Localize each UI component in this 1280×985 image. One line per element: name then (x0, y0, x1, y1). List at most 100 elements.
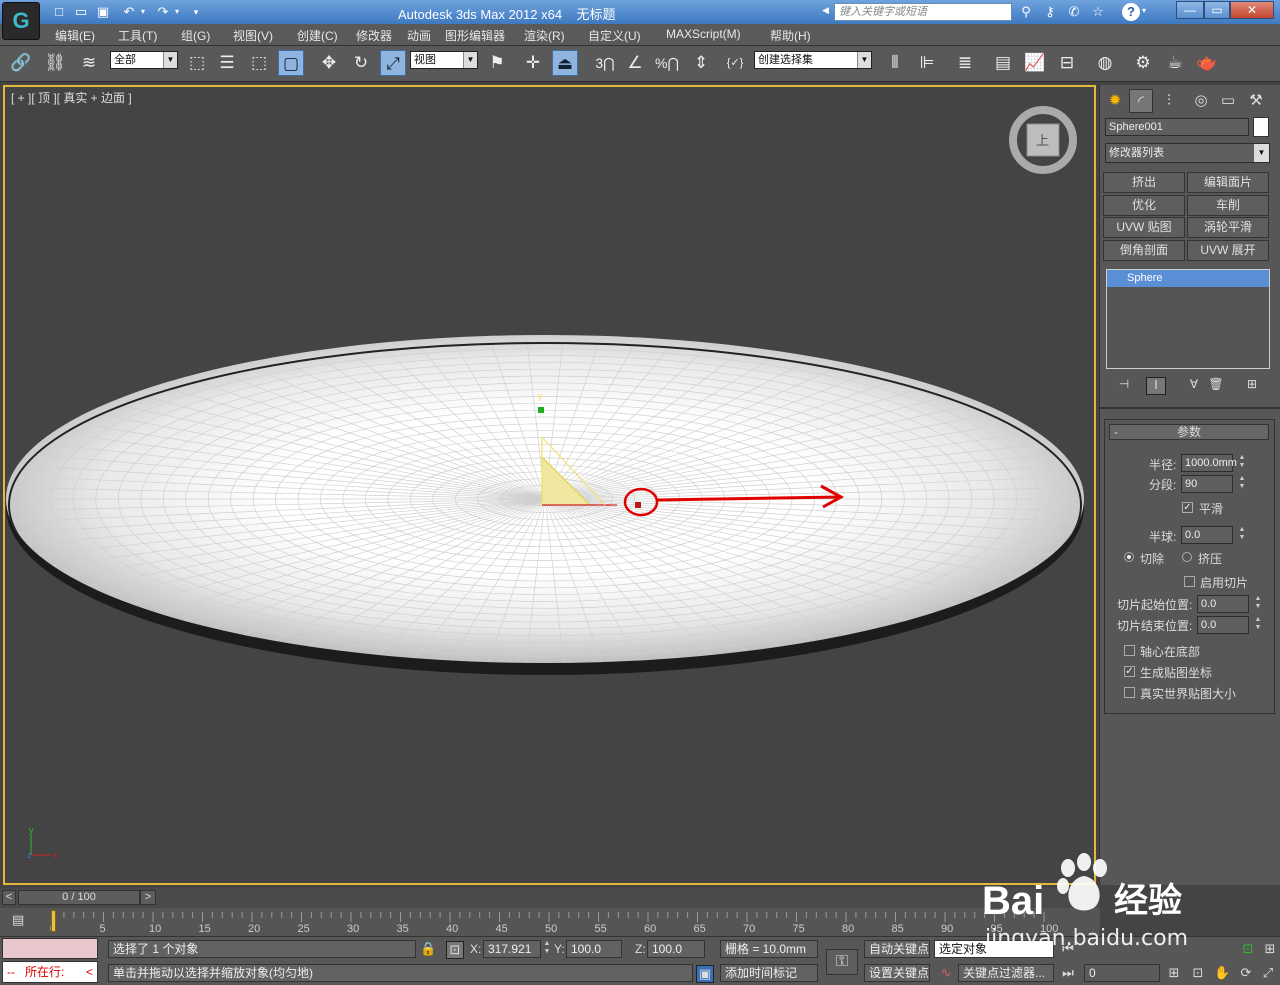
edit-named-selection-icon[interactable]: {✓} (722, 50, 748, 76)
real-world-map-size-checkbox[interactable] (1124, 687, 1135, 698)
binoculars-icon[interactable]: ⚲ (1016, 3, 1036, 21)
percent-snap-icon[interactable]: %⋂ (654, 50, 680, 76)
smooth-checkbox[interactable]: ✓ (1182, 502, 1193, 513)
modifier-turbosmooth-button[interactable]: 涡轮平滑 (1187, 217, 1269, 238)
redo-icon[interactable]: ↷ (154, 3, 172, 21)
parameters-rollout-header[interactable]: - 参数 (1109, 424, 1269, 440)
viewport-canvas[interactable]: y 上 y x z (5, 87, 1098, 887)
reference-coordinate-dropdown[interactable]: 视图 ▼ (410, 51, 478, 69)
make-unique-icon[interactable]: ∀ (1184, 377, 1204, 395)
key-mode-toggle-icon[interactable]: ⏭ (1058, 965, 1078, 981)
object-name-field[interactable]: Sphere001 (1105, 118, 1249, 136)
slice-to-input[interactable]: 0.0 (1197, 616, 1249, 634)
radius-spinner[interactable]: ▲ ▼ (1236, 454, 1248, 472)
z-coordinate-input[interactable]: 100.0 (647, 940, 705, 958)
time-slider-key[interactable] (51, 910, 56, 932)
spinner-snap-icon[interactable]: ⇕ (688, 50, 714, 76)
named-selection-dropdown[interactable]: 创建选择集 ▼ (754, 51, 872, 69)
modifier-list-dropdown[interactable]: 修改器列表 ▼ (1105, 143, 1270, 163)
snaps-toggle-icon[interactable]: 3⋂ (592, 50, 618, 76)
modifier-uvw-map-button[interactable]: UVW 贴图 (1103, 217, 1185, 238)
render-production-icon[interactable]: 🫖 (1194, 50, 1220, 76)
close-button[interactable]: ✕ (1230, 1, 1274, 19)
modifier-edit-patch-button[interactable]: 编辑面片 (1187, 172, 1269, 193)
select-and-rotate-icon[interactable]: ↻ (348, 50, 374, 76)
configure-modifier-sets-icon[interactable]: ⊞ (1242, 377, 1262, 395)
save-file-icon[interactable]: ▣ (94, 3, 112, 21)
track-bar[interactable]: ▤ 05101520253035404550556065707580859095… (0, 908, 1100, 936)
utilities-tab-icon[interactable]: ⚒ (1244, 89, 1268, 113)
segments-spinner[interactable]: ▲ ▼ (1236, 475, 1248, 493)
viewcube[interactable]: 上 (1009, 106, 1077, 174)
menu-modifiers[interactable]: 修改器 (356, 27, 392, 44)
absolute-mode-icon[interactable]: ⊡ (446, 941, 464, 959)
rectangular-selection-icon[interactable]: ⬚ (246, 50, 272, 76)
mirror-icon[interactable]: ⫴ (882, 50, 908, 76)
select-by-name-icon[interactable]: ☰ (214, 50, 240, 76)
layer-manager-icon[interactable]: ≣ (952, 50, 978, 76)
app-logo-icon[interactable]: G (2, 2, 40, 40)
modifier-lathe-button[interactable]: 车削 (1187, 195, 1269, 216)
window-crossing-icon[interactable]: ▢ (278, 50, 304, 76)
time-slider-prev-button[interactable]: < (2, 890, 16, 905)
key-filters-button[interactable]: 关键点过滤器... (958, 964, 1054, 982)
search-expand-icon[interactable]: ◀ (822, 5, 829, 16)
menu-views[interactable]: 视图(V) (233, 27, 273, 44)
chop-radio[interactable] (1124, 552, 1134, 562)
select-and-scale-icon[interactable]: ⤢ (380, 50, 406, 76)
menu-help[interactable]: 帮助(H) (770, 27, 811, 44)
stack-item-sphere[interactable]: Sphere (1107, 270, 1269, 287)
create-tab-icon[interactable]: ✹ (1103, 89, 1127, 113)
curve-editor-icon[interactable]: 📈 (1022, 50, 1048, 76)
zoom-all-icon[interactable]: ⊞ (1262, 941, 1278, 957)
menu-rendering[interactable]: 渲染(R) (524, 27, 565, 44)
location-field[interactable]: -- 所在行: < (2, 961, 98, 983)
modifier-bevel-profile-button[interactable]: 倒角剖面 (1103, 240, 1185, 261)
time-slider[interactable]: 0 / 100 (18, 890, 140, 905)
select-object-icon[interactable]: ⬚ (184, 50, 210, 76)
slice-from-spinner[interactable]: ▲ ▼ (1252, 595, 1264, 613)
slice-on-checkbox[interactable] (1184, 576, 1195, 587)
zoom-extents-icon[interactable]: ⊞ (1166, 965, 1182, 981)
new-file-icon[interactable]: □ (50, 3, 68, 21)
modifier-stack[interactable]: Sphere (1106, 269, 1270, 369)
set-key-button[interactable]: 设置关键点 (864, 964, 930, 982)
bind-space-warp-icon[interactable]: ≋ (76, 50, 102, 76)
select-manipulate-icon[interactable]: ✛ (520, 50, 546, 76)
menu-maxscript[interactable]: MAXScript(M) (666, 27, 741, 41)
maximize-button[interactable]: ▭ (1204, 1, 1230, 19)
show-end-result-icon[interactable]: Ⅰ (1146, 377, 1166, 395)
menu-customize[interactable]: 自定义(U) (588, 27, 641, 44)
subscription-icon[interactable]: ⚷ (1040, 3, 1060, 21)
remove-modifier-icon[interactable]: 🗑 (1206, 377, 1226, 395)
material-editor-icon[interactable]: ◍ (1092, 50, 1118, 76)
menu-edit[interactable]: 编辑(E) (55, 27, 95, 44)
display-tab-icon[interactable]: ▭ (1216, 89, 1240, 113)
hemisphere-input[interactable]: 0.0 (1181, 526, 1233, 544)
slice-to-spinner[interactable]: ▲ ▼ (1252, 616, 1264, 634)
menu-animation[interactable]: 动画 (407, 27, 431, 44)
undo-dropdown-icon[interactable]: ▾ (138, 3, 148, 21)
keyboard-shortcut-override-icon[interactable]: ⏏ (552, 50, 578, 76)
help-icon[interactable]: ? (1122, 3, 1140, 21)
menu-graph-editors[interactable]: 图形编辑器 (445, 27, 505, 44)
maximize-viewport-icon[interactable]: ⤢ (1260, 965, 1276, 981)
pan-view-icon[interactable]: ✋ (1214, 965, 1230, 981)
object-color-swatch[interactable] (1253, 117, 1269, 137)
x-coordinate-spinner[interactable]: ▲ ▼ (541, 940, 553, 958)
add-time-tag-button[interactable]: 添加时间标记 (720, 964, 818, 982)
menu-create[interactable]: 创建(C) (297, 27, 338, 44)
graphite-tools-icon[interactable]: ▤ (990, 50, 1016, 76)
angle-snap-icon[interactable]: ∠ (622, 50, 648, 76)
redo-dropdown-icon[interactable]: ▾ (172, 3, 182, 21)
motion-tab-icon[interactable]: ◎ (1189, 89, 1213, 113)
search-input[interactable]: 键入关键字或短语 (834, 3, 1012, 21)
rendered-frame-window-icon[interactable]: ☕ (1162, 50, 1188, 76)
menu-group[interactable]: 组(G) (181, 27, 210, 44)
squash-radio[interactable] (1182, 552, 1192, 562)
viewport-top[interactable]: [ + ][ 顶 ][ 真实 + 边面 ] y 上 y x z (3, 85, 1096, 885)
field-of-view-icon[interactable]: ⊡ (1190, 965, 1206, 981)
select-and-link-icon[interactable]: 🔗 (8, 50, 34, 76)
hierarchy-tab-icon[interactable]: ⫶ (1157, 89, 1181, 113)
help-dropdown-icon[interactable]: ▾ (1142, 6, 1146, 15)
